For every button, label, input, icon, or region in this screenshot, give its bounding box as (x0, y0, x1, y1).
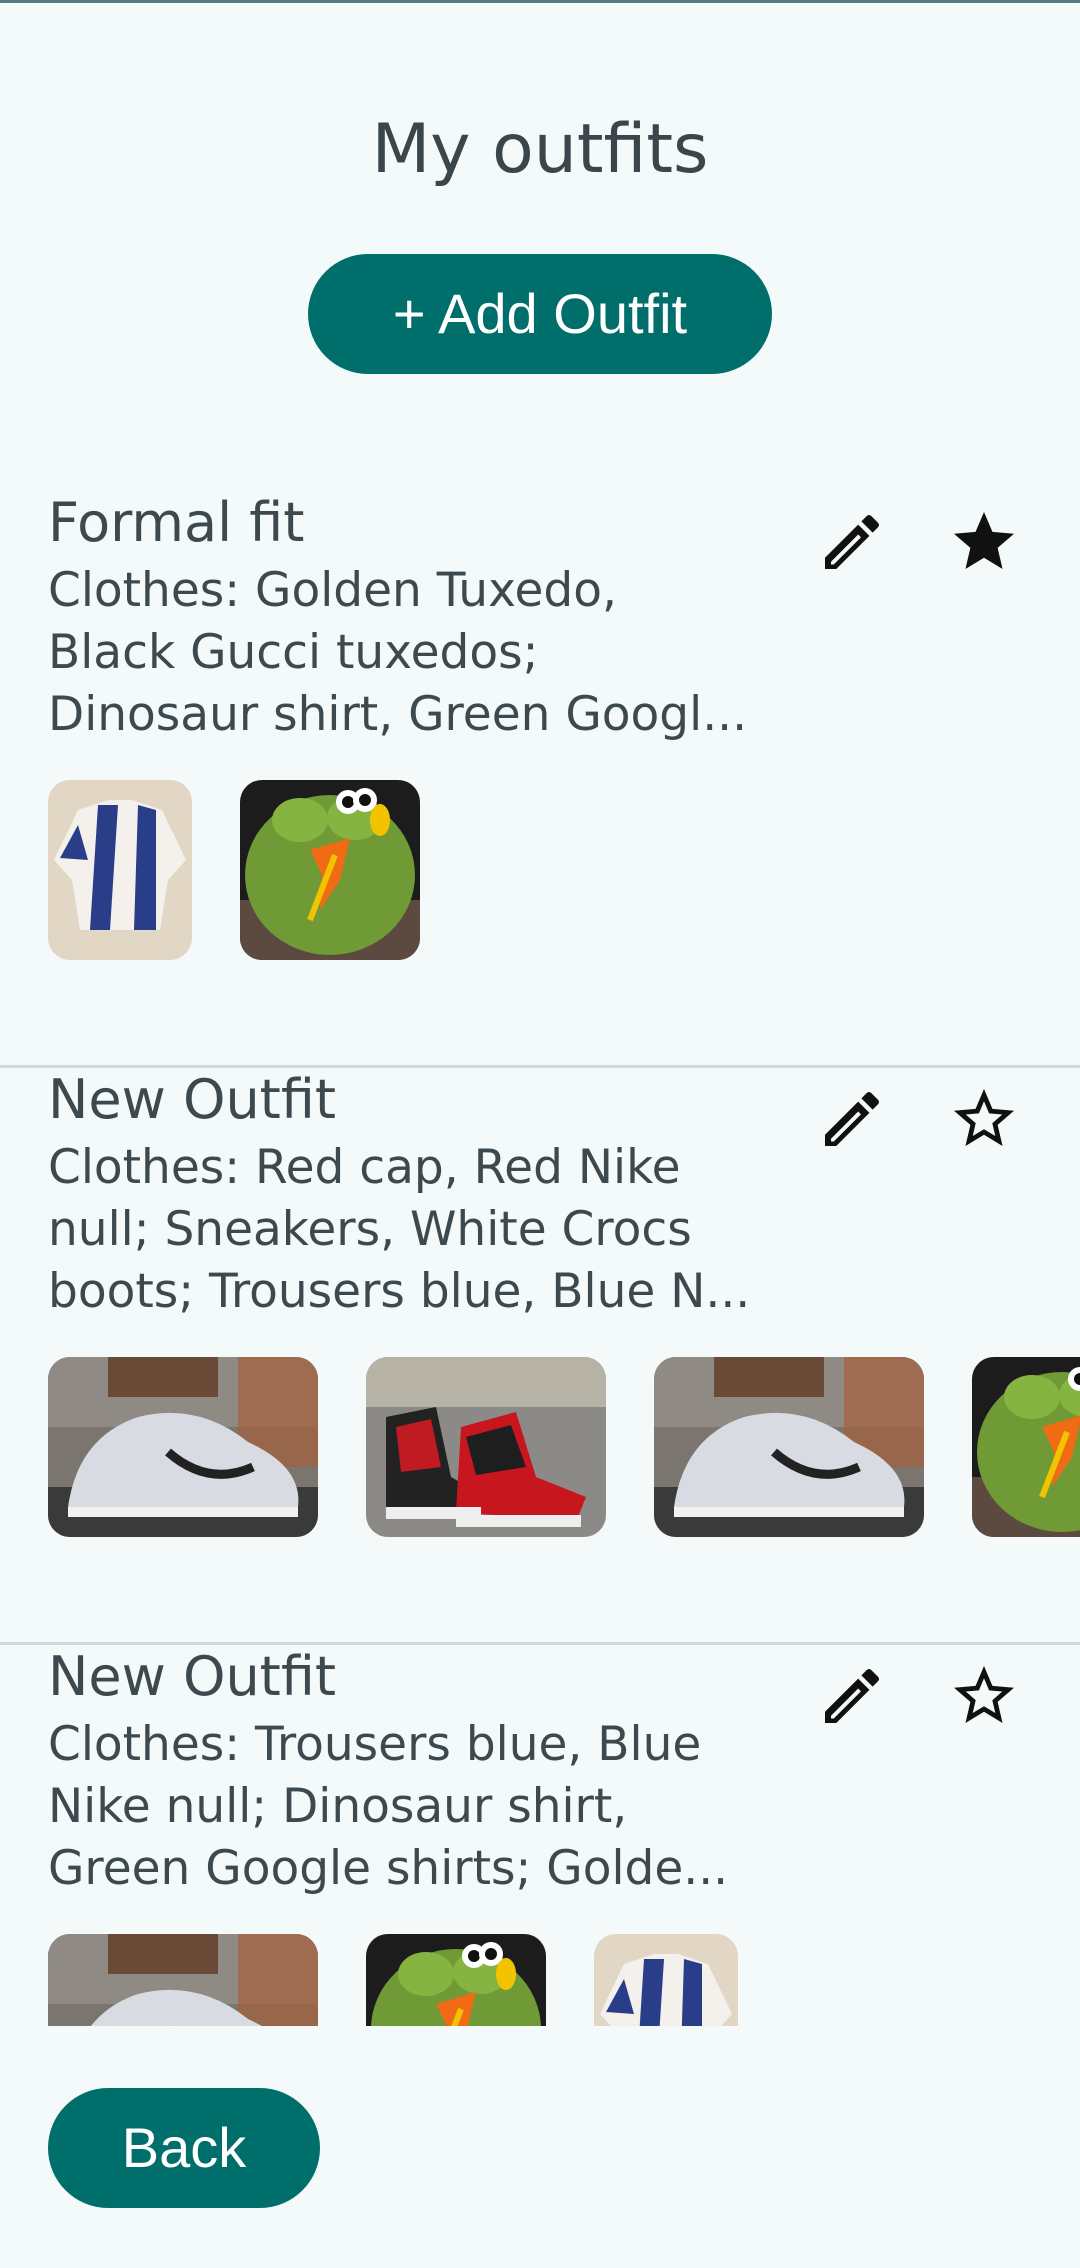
star-filled-icon (954, 512, 1014, 569)
back-button[interactable]: Back (48, 2088, 320, 2208)
clothing-image[interactable] (48, 780, 192, 960)
clothing-image[interactable] (972, 1357, 1080, 1537)
outfit-clothes: Clothes: Golden Tuxedo, Black Gucci tuxe… (48, 563, 748, 742)
outfit-name: Formal fit (48, 491, 305, 554)
outfit-images (0, 1934, 1080, 2026)
outfit-clothes: Clothes: Trousers blue, Blue Nike null; … (48, 1717, 729, 1896)
clothing-image[interactable] (366, 1934, 546, 2026)
pencil-icon (825, 1668, 880, 1723)
outfit-images (0, 780, 1080, 960)
clothing-image[interactable] (48, 1357, 318, 1537)
pencil-icon (825, 514, 880, 569)
clothing-image[interactable] (366, 1357, 606, 1537)
clothing-image[interactable] (594, 1934, 738, 2026)
page-title: My outfits (371, 110, 709, 189)
favorite-button[interactable] (948, 1083, 1020, 1155)
outfit-card[interactable]: New Outfit Clothes: Red cap, Red Nike nu… (0, 1065, 1080, 1645)
outfit-clothes: Clothes: Red cap, Red Nike null; Sneaker… (48, 1140, 751, 1319)
outfit-name: New Outfit (48, 1068, 337, 1131)
add-outfit-button[interactable]: + Add Outfit (308, 254, 772, 374)
favorite-button[interactable] (948, 1660, 1020, 1732)
outfit-card[interactable]: Formal fit Clothes: Golden Tuxedo, Black… (0, 488, 1080, 1068)
edit-button[interactable] (816, 1660, 888, 1732)
outfit-name: New Outfit (48, 1645, 337, 1708)
edit-button[interactable] (816, 506, 888, 578)
star-outline-icon (954, 1666, 1014, 1723)
outfit-images (0, 1357, 1080, 1537)
clothing-image[interactable] (654, 1357, 924, 1537)
outfit-card[interactable]: New Outfit Clothes: Trousers blue, Blue … (0, 1642, 1080, 2027)
star-outline-icon (954, 1089, 1014, 1146)
clothing-image[interactable] (240, 780, 420, 960)
clothing-image[interactable] (48, 1934, 318, 2026)
top-border (0, 0, 1080, 3)
pencil-icon (825, 1091, 880, 1146)
edit-button[interactable] (816, 1083, 888, 1155)
favorite-button[interactable] (948, 506, 1020, 578)
